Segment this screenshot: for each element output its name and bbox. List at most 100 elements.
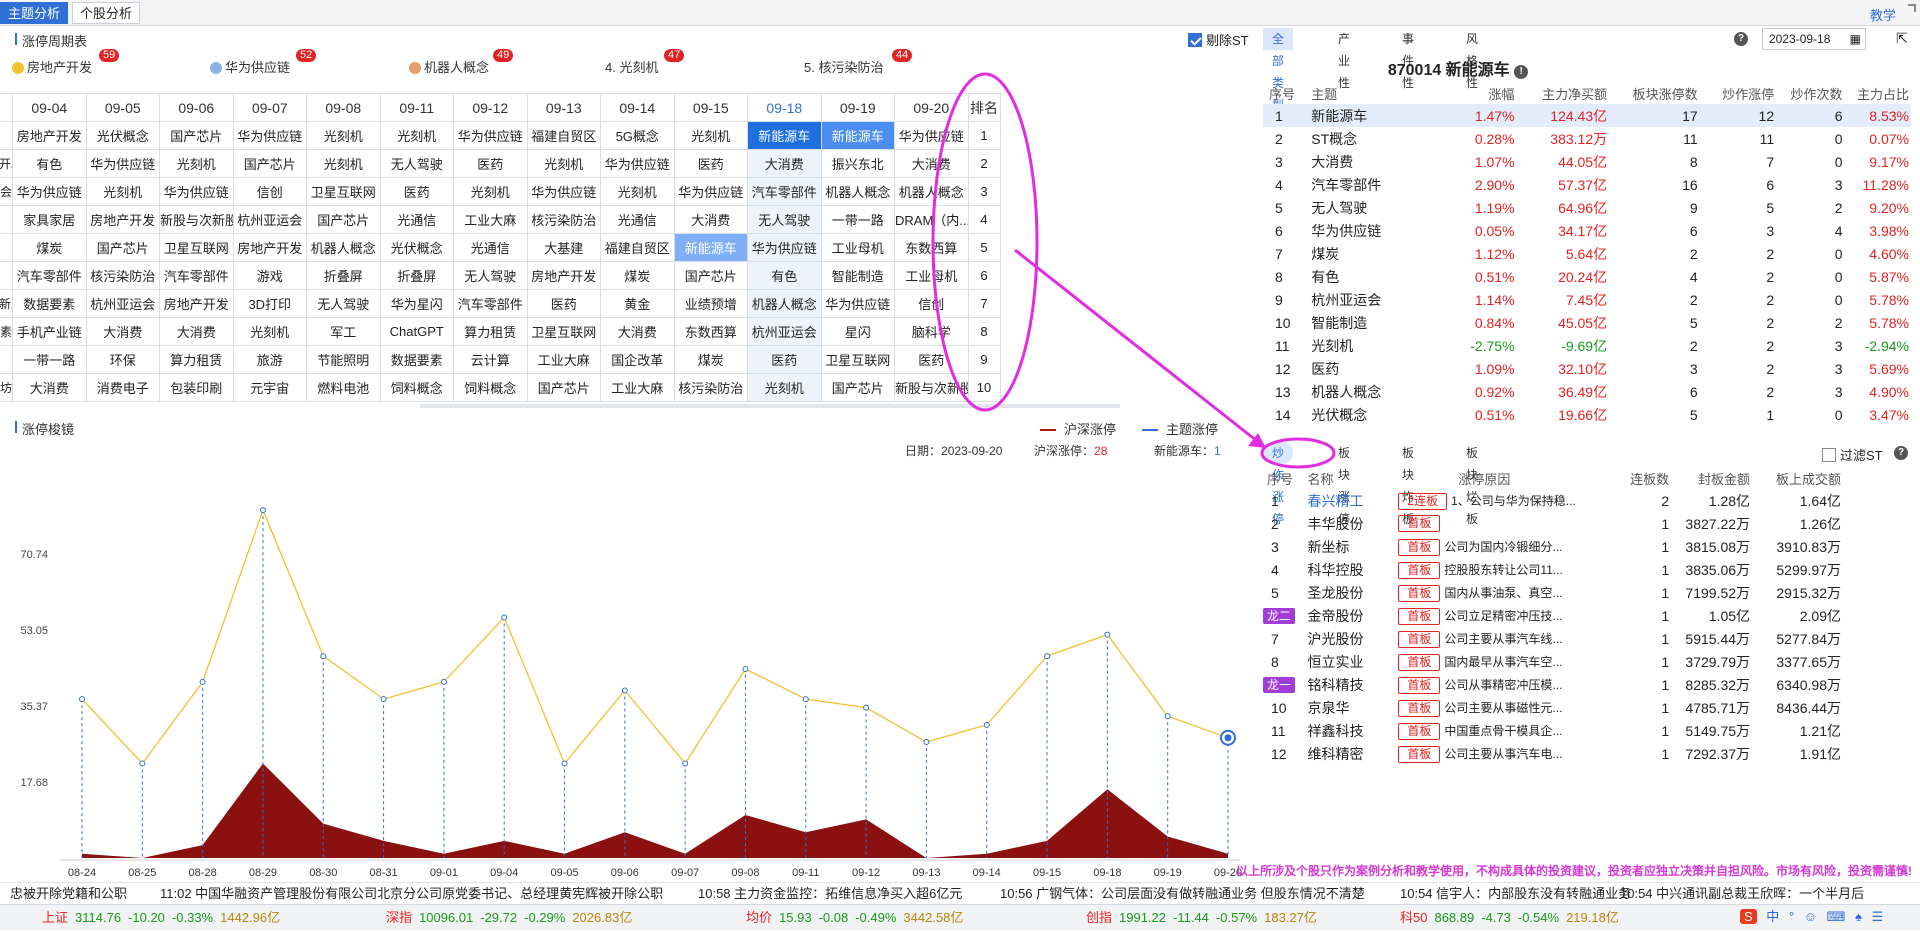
tab-sector-bad[interactable]: 板块烂板 [1457, 442, 1487, 526]
theme-cell[interactable]: 工业大麻 [600, 373, 675, 402]
keyboard-icon[interactable]: ⌨ [1827, 909, 1846, 924]
theme-cell[interactable]: 智能制造 [820, 261, 895, 290]
stock-name[interactable]: 圣龙股份 [1307, 581, 1398, 604]
theme-cell[interactable]: 卫星互联网 [159, 233, 234, 262]
input-mode-icon[interactable]: 中 [1766, 909, 1779, 924]
date-header[interactable]: 09-05 [85, 93, 160, 122]
theme-cell[interactable]: 光刻机 [747, 373, 822, 402]
help-icon[interactable]: ? [1734, 32, 1748, 46]
stock-name[interactable]: 春兴精工 [1307, 489, 1398, 512]
theme-cell[interactable]: 光伏概念 [85, 121, 160, 150]
theme-cell[interactable]: 折叠屏 [306, 261, 381, 290]
stock-name[interactable]: 恒立实业 [1307, 650, 1398, 673]
limit-reason[interactable]: 中国重点骨干模具企... [1444, 724, 1562, 738]
column-header[interactable]: 序号 [1263, 82, 1311, 104]
index-quote[interactable]: 上证 3114.76 -10.20 -0.33% 1442.96亿 [42, 905, 280, 931]
theme-cell[interactable]: 华为供应链 [232, 121, 307, 150]
expand-icon[interactable] [1908, 4, 1916, 12]
column-header[interactable]: 炒作次数 [1776, 82, 1844, 104]
limit-reason[interactable]: 公司主要从事磁性元... [1444, 701, 1562, 715]
date-header[interactable]: 09-18 [747, 93, 822, 122]
theme-cell[interactable]: 华为供应链 [673, 177, 748, 206]
theme-cell[interactable]: 饲料概念 [453, 373, 528, 402]
date-header[interactable]: 09-08 [306, 93, 381, 122]
theme-cell[interactable]: 包装印刷 [159, 373, 234, 402]
theme-row[interactable]: 10 智能制造 0.84% 45.05亿 5 2 2 5.78% [1263, 311, 1911, 334]
theme-cell[interactable]: ChatGPT [379, 317, 454, 346]
date-header[interactable]: 09-07 [232, 93, 307, 122]
theme-cell[interactable]: 光刻机 [85, 177, 160, 206]
stock-row[interactable]: 龙二 金帝股份 首板 公司立足精密冲压技... 1 1.05亿 2.09亿 [1263, 604, 1843, 627]
theme-cell[interactable]: 家具家居 [12, 205, 87, 234]
stock-row[interactable]: 12 维科精密 首板 公司主要从事汽车电... 1 7292.37万 1.91亿 [1263, 742, 1843, 765]
theme-cell[interactable]: 东数西算 [894, 233, 969, 262]
theme-cell[interactable]: 有色 [12, 149, 87, 178]
theme-top4[interactable]: 4. 光刻机 47 [605, 49, 685, 76]
limit-reason[interactable]: 公司从事精密冲压模... [1444, 678, 1562, 692]
theme-cell[interactable]: 光通信 [453, 233, 528, 262]
index-quote[interactable]: 科50 868.89 -4.73 -0.54% 219.18亿 [1400, 905, 1619, 931]
theme-cell[interactable]: 元宇宙 [232, 373, 307, 402]
theme-cell[interactable]: 核污染防治 [673, 373, 748, 402]
theme-cell[interactable]: 福建自贸区 [600, 233, 675, 262]
theme-cell[interactable]: 国产芯片 [673, 261, 748, 290]
theme-cell[interactable]: DRAM（内... [894, 205, 969, 234]
theme-cell[interactable]: 大消费 [159, 317, 234, 346]
limit-reason[interactable]: 公司主要从事汽车线... [1444, 632, 1562, 646]
limit-reason[interactable]: 1、公司与华为保持稳... [1451, 494, 1576, 508]
stock-row[interactable]: 7 沪光股份 首板 公司主要从事汽车线... 1 5915.44万 5277.84万 [1263, 627, 1843, 650]
theme-cell[interactable]: 国产芯片 [85, 233, 160, 262]
theme-cell[interactable]: 大消费 [600, 317, 675, 346]
theme-row[interactable]: 2 ST概念 0.28% 383.12万 11 11 0 0.07% [1263, 127, 1911, 150]
tab-hype-limit[interactable]: 炒作涨停 [1263, 442, 1294, 526]
theme-cell[interactable]: 光刻机 [159, 149, 234, 178]
theme-cell[interactable]: 光刻机 [379, 121, 454, 150]
theme-cell[interactable]: 汽车零部件 [747, 177, 822, 206]
stock-row[interactable]: 11 祥鑫科技 首板 中国重点骨干模具企... 1 5149.75万 1.21亿 [1263, 719, 1843, 742]
theme-cell[interactable]: 华为供应链 [453, 121, 528, 150]
calendar-icon[interactable]: ▦ [1850, 29, 1861, 49]
theme-cell[interactable]: 算力租赁 [453, 317, 528, 346]
theme-cell[interactable]: 房地产开发 [526, 261, 601, 290]
stock-name[interactable]: 金帝股份 [1307, 604, 1398, 627]
limit-reason[interactable]: 公司为国内冷锻细分... [1444, 540, 1562, 554]
column-header[interactable]: 板上成交额 [1752, 467, 1843, 489]
theme-top2[interactable]: 华为供应链 52 [210, 49, 317, 76]
stock-name[interactable]: 科华控股 [1307, 558, 1398, 581]
theme-cell[interactable]: 机器人概念 [306, 233, 381, 262]
help-icon[interactable]: ? [1894, 446, 1908, 460]
filter-st-toggle[interactable]: 过滤ST [1822, 445, 1883, 464]
theme-cell[interactable]: 工业大麻 [453, 205, 528, 234]
theme-cell[interactable]: 饲料概念 [379, 373, 454, 402]
theme-cell[interactable]: 医药 [747, 345, 822, 374]
date-header[interactable]: 09-12 [453, 93, 528, 122]
theme-cell[interactable]: 军工 [306, 317, 381, 346]
theme-row[interactable]: 7 煤炭 1.12% 5.64亿 2 2 0 4.60% [1263, 242, 1911, 265]
theme-cell[interactable]: 手机产业链 [12, 317, 87, 346]
limit-up-chart[interactable]: 17.68 35.37 53.05 70.74 08-24 08-25 08-28 08-29… [0, 460, 1262, 880]
theme-cell[interactable]: 光刻机 [673, 121, 748, 150]
date-header[interactable]: 09-15 [673, 93, 748, 122]
theme-cell[interactable]: 房地产开发 [232, 233, 307, 262]
column-header[interactable]: 连板数 [1600, 467, 1671, 489]
theme-cell[interactable]: 华为供应链 [12, 177, 87, 206]
stock-row[interactable]: 5 圣龙股份 首板 国内从事油泵、真空... 1 7199.52万 2915.32万 [1263, 581, 1843, 604]
theme-cell[interactable]: 华为供应链 [526, 177, 601, 206]
theme-row[interactable]: 5 无人驾驶 1.19% 64.96亿 9 5 2 9.20% [1263, 196, 1911, 219]
theme-row[interactable]: 3 大消费 1.07% 44.05亿 8 7 0 9.17% [1263, 150, 1911, 173]
theme-cell[interactable]: 3D打印 [232, 289, 307, 318]
column-header[interactable]: 序号 [1263, 467, 1307, 489]
stock-name[interactable]: 维科精密 [1307, 742, 1398, 765]
theme-cell[interactable]: 星闪 [820, 317, 895, 346]
date-picker[interactable]: 2023-09-18 ▦ [1762, 28, 1866, 50]
theme-cell[interactable]: 5G概念 [600, 121, 675, 150]
theme-cell[interactable]: 煤炭 [12, 233, 87, 262]
theme-cell[interactable]: 杭州亚运会 [85, 289, 160, 318]
info-icon[interactable]: ! [1514, 65, 1529, 79]
theme-cell[interactable]: 国产芯片 [306, 205, 381, 234]
date-header[interactable]: 09-20 [894, 93, 969, 122]
sogou-icon[interactable]: S [1740, 909, 1757, 924]
theme-row[interactable]: 12 医药 1.09% 32.10亿 3 2 3 5.69% [1263, 357, 1911, 380]
theme-cell[interactable]: 大基建 [526, 233, 601, 262]
date-header[interactable]: 09-11 [379, 93, 454, 122]
